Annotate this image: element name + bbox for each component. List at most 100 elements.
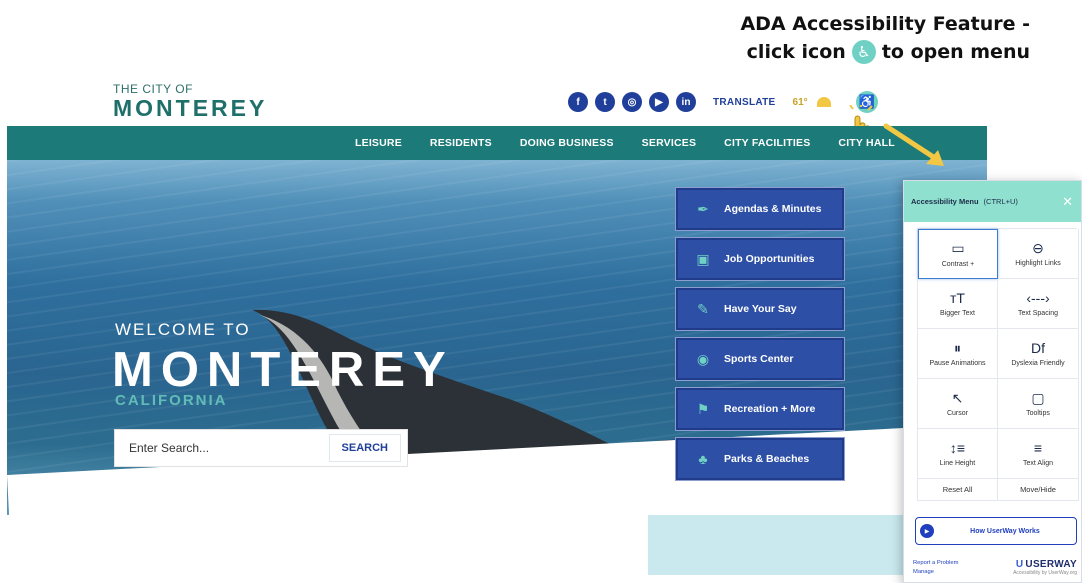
option-label: Contrast +: [941, 260, 975, 268]
site-logo[interactable]: THE CITY OF MONTEREY: [113, 82, 267, 120]
quick-link-parks[interactable]: ♣ Parks & Beaches: [675, 437, 845, 481]
option-label: Pause Animations: [929, 360, 986, 367]
userway-name: USERWAY: [1025, 559, 1077, 570]
quick-link-agendas[interactable]: ✒ Agendas & Minutes: [675, 187, 845, 231]
option-tooltips[interactable]: ▢ Tooltips: [998, 379, 1079, 429]
userway-brand[interactable]: U USERWAY Accessibility by UserWay.org: [1013, 559, 1077, 577]
option-label: Line Height: [939, 460, 976, 467]
logo-big-text: MONTEREY: [113, 95, 268, 121]
palm-tree-icon: ♣: [698, 451, 708, 467]
option-contrast[interactable]: ▭ Contrast +: [918, 229, 998, 279]
quick-link-label: Parks & Beaches: [724, 453, 810, 465]
option-dyslexia-friendly[interactable]: Df Dyslexia Friendly: [998, 329, 1079, 379]
text-align-icon: ≡: [1033, 440, 1043, 456]
panel-footer: Report a Problem Manage U USERWAY Accessi…: [913, 559, 1077, 577]
quick-link-label: Agendas & Minutes: [724, 203, 822, 215]
line-height-icon: ↕≡: [949, 440, 966, 456]
accessibility-options: ▭ Contrast + ⊖ Highlight Links ᴛT Bigger…: [917, 228, 1079, 479]
pause-icon: ⏸: [954, 339, 961, 356]
move-hide-button[interactable]: Move/Hide: [998, 479, 1079, 501]
translate-link[interactable]: TRANSLATE: [713, 97, 776, 108]
manage-link[interactable]: Manage: [913, 568, 958, 577]
option-cursor[interactable]: ↖ Cursor: [918, 379, 998, 429]
search-button[interactable]: SEARCH: [328, 434, 401, 462]
callout-line-1: ADA Accessibility Feature -: [740, 13, 1030, 35]
youtube-icon[interactable]: ▶: [649, 92, 669, 112]
hero-subtitle: CALIFORNIA: [115, 392, 228, 409]
panel-actions: Reset All Move/Hide: [917, 479, 1079, 501]
how-userway-works-label: How UserWay Works: [970, 527, 1040, 535]
cursor-icon: ↖: [951, 389, 964, 406]
weather-icon: [816, 97, 831, 107]
close-icon[interactable]: ✕: [1062, 194, 1073, 210]
recreation-icon: ⚑: [696, 400, 710, 417]
callout-text-pre: click icon: [746, 41, 846, 63]
option-label: Dyslexia Friendly: [1011, 360, 1065, 367]
hero-title: MONTEREY: [112, 343, 454, 397]
userway-tagline: Accessibility by UserWay.org: [1013, 570, 1077, 576]
nav-item-residents[interactable]: RESIDENTS: [430, 137, 492, 149]
report-problem-link[interactable]: Report a Problem: [913, 559, 958, 568]
annotation-callout: ADA Accessibility Feature - click icon ♿…: [740, 10, 1030, 66]
decorative-teal-block: [648, 515, 908, 575]
callout-line-2: click icon ♿ to open menu: [740, 38, 1030, 66]
utility-bar: f t ◎ ▶ in TRANSLATE 61° ♿: [568, 91, 878, 113]
quick-link-label: Job Opportunities: [724, 253, 815, 265]
hero-welcome: WELCOME TO: [115, 320, 251, 339]
play-icon: ▶: [920, 524, 934, 538]
nav-item-city-facilities[interactable]: CITY FACILITIES: [724, 137, 810, 149]
arrow-icon: [883, 123, 944, 166]
option-text-spacing[interactable]: ‹---› Text Spacing: [998, 279, 1079, 329]
accessibility-menu-shortcut: (CTRL+U): [983, 197, 1018, 206]
instagram-icon[interactable]: ◎: [622, 92, 642, 112]
link-icon: ⊖: [1032, 239, 1044, 256]
pen-icon: ✒: [697, 200, 709, 217]
text-size-icon: ᴛT: [950, 290, 965, 306]
temperature: 61°: [792, 96, 808, 108]
search-input[interactable]: Enter Search...: [115, 441, 329, 455]
spacing-icon: ‹---›: [1026, 290, 1050, 306]
quick-link-have-your-say[interactable]: ✎ Have Your Say: [675, 287, 845, 331]
quick-links: ✒ Agendas & Minutes ▣ Job Opportunities …: [675, 187, 845, 487]
option-label: Bigger Text: [940, 310, 975, 317]
option-text-align[interactable]: ≡ Text Align: [998, 429, 1079, 479]
option-label: Text Align: [1023, 460, 1053, 467]
userway-logo: U USERWAY: [1013, 559, 1077, 570]
comment-pencil-icon: ✎: [697, 300, 709, 317]
accessibility-icon: ♿: [851, 40, 876, 64]
dyslexia-icon: Df: [1031, 340, 1045, 356]
option-label: Tooltips: [1026, 410, 1050, 417]
option-bigger-text[interactable]: ᴛT Bigger Text: [918, 279, 998, 329]
option-pause-animations[interactable]: ⏸ Pause Animations: [918, 329, 998, 379]
option-line-height[interactable]: ↕≡ Line Height: [918, 429, 998, 479]
option-label: Text Spacing: [1017, 310, 1059, 317]
option-label: Cursor: [946, 410, 968, 417]
accessibility-menu-title: Accessibility Menu: [911, 197, 979, 206]
nav-item-services[interactable]: SERVICES: [642, 137, 697, 149]
contrast-icon: ▭: [951, 240, 965, 256]
quick-link-sports-center[interactable]: ◉ Sports Center: [675, 337, 845, 381]
search-bar: Enter Search... SEARCH: [114, 429, 408, 467]
tooltip-icon: ▢: [1031, 389, 1045, 406]
nav-item-leisure[interactable]: LEISURE: [355, 137, 402, 149]
twitter-icon[interactable]: t: [595, 92, 615, 112]
nav-item-doing-business[interactable]: DOING BUSINESS: [520, 137, 614, 149]
quick-link-label: Have Your Say: [724, 303, 797, 315]
logo-small-text: THE CITY OF: [113, 82, 193, 96]
footer-links: Report a Problem Manage: [913, 559, 958, 577]
how-userway-works-button[interactable]: ▶ How UserWay Works: [915, 517, 1077, 545]
quick-link-jobs[interactable]: ▣ Job Opportunities: [675, 237, 845, 281]
quick-link-recreation[interactable]: ⚑ Recreation + More: [675, 387, 845, 431]
briefcase-icon: ▣: [696, 250, 710, 267]
sports-icon: ◉: [696, 350, 710, 367]
linkedin-icon[interactable]: in: [676, 92, 696, 112]
accessibility-menu-header: Accessibility Menu (CTRL+U) ✕: [904, 181, 1081, 222]
quick-link-label: Recreation + More: [724, 403, 816, 415]
facebook-icon[interactable]: f: [568, 92, 588, 112]
main-nav: LEISURE RESIDENTS DOING BUSINESS SERVICE…: [7, 126, 987, 160]
reset-all-button[interactable]: Reset All: [918, 479, 998, 501]
option-label: Highlight Links: [1015, 260, 1061, 267]
quick-link-label: Sports Center: [724, 353, 794, 365]
option-highlight-links[interactable]: ⊖ Highlight Links: [998, 229, 1079, 279]
userway-icon: U: [1015, 559, 1024, 570]
